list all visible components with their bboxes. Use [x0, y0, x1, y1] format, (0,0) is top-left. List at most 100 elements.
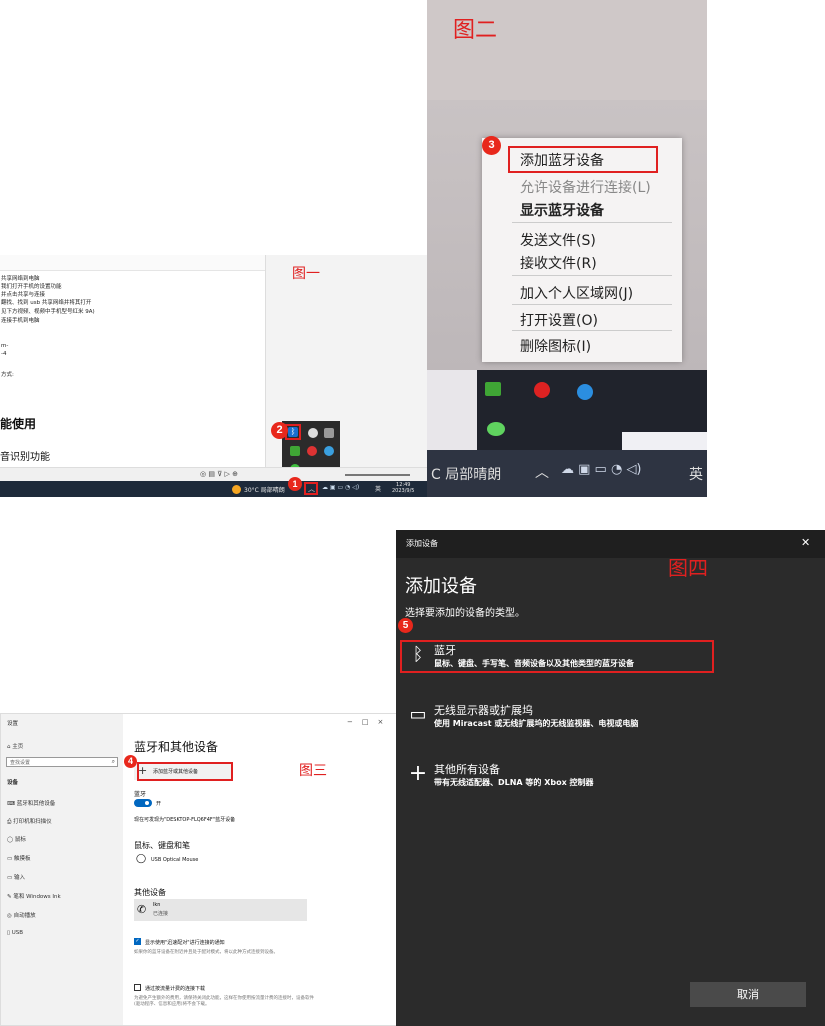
sidebar-item-bluetooth[interactable]: ⌨ 蓝牙和其他设备 [7, 799, 55, 807]
menu-separator [512, 304, 672, 305]
menu-item-join-pan[interactable]: 加入个人区域网(J) [520, 283, 633, 303]
figure-2-photo-bluetooth-menu: 图二 添加蓝牙设备 允许设备进行连接(L) 显示蓝牙设备 发送文件(S) 接收文… [427, 0, 707, 497]
doc-heading: 能使用 [0, 417, 37, 431]
menu-item-send-file[interactable]: 发送文件(S) [520, 230, 596, 250]
nvidia-icon[interactable] [485, 382, 501, 396]
sidebar-item-label: 笔和 Windows Ink [13, 894, 61, 900]
search-input[interactable]: 查找设置 ⌕ [6, 757, 118, 767]
bluetooth-toggle[interactable] [134, 799, 152, 807]
bluetooth-devices-icon: ⌨ [7, 801, 17, 807]
doc-line: 见下方视频、视频中手机型号红米 9A) [1, 309, 95, 315]
view-icons[interactable]: ◎ ▤ ⊽ ▷ ⊕ [200, 470, 238, 478]
mouse-device-name[interactable]: USB Optical Mouse [151, 857, 198, 863]
clock[interactable]: 12:49 2023/9/5 [392, 482, 414, 494]
weather-icon[interactable] [232, 485, 241, 494]
sidebar-section-devices: 设备 [7, 780, 19, 786]
sidebar-item-mouse[interactable]: ◯ 鼠标 [7, 835, 26, 843]
zoom-slider[interactable] [345, 474, 410, 476]
option-wireless-display[interactable]: ▭ 无线显示器或扩展坞 使用 Miracast 或无线扩展坞的无线监视器、电视或… [400, 701, 716, 735]
page-title: 蓝牙和其他设备 [134, 740, 219, 754]
cancel-button[interactable]: 取消 [690, 982, 806, 1007]
figure-3-settings-window: 设置 ⌂ 主页 查找设置 ⌕ 设备 ⌨ 蓝牙和其他设备 ⎙ 打印机和扫描仪 ◯ … [0, 713, 400, 1026]
other-device-tile[interactable]: ✆ lkn 已连接 [134, 899, 307, 921]
other-section-title: 其他设备 [134, 888, 166, 897]
chevron-up-icon[interactable]: ︿ [535, 462, 549, 482]
menu-separator [512, 275, 672, 276]
option-everything-else[interactable]: + 其他所有设备 带有无线适配器、DLNA 等的 Xbox 控制器 [400, 760, 716, 794]
metered-checkbox[interactable] [134, 984, 141, 991]
app-icon[interactable] [534, 382, 550, 398]
sidebar-home-label: 主页 [12, 744, 24, 750]
menu-item-add-bluetooth[interactable]: 添加蓝牙设备 [520, 150, 604, 170]
close-button[interactable]: ✕ [801, 536, 810, 549]
doc-subheading: 音识别功能 [0, 452, 50, 463]
menu-item-show-devices[interactable]: 显示蓝牙设备 [520, 200, 604, 220]
sidebar-item-printers[interactable]: ⎙ 打印机和扫描仪 [7, 817, 52, 826]
sidebar-home[interactable]: ⌂ 主页 [7, 742, 23, 750]
close-button[interactable]: × [378, 718, 393, 726]
option-description: 带有无线适配器、DLNA 等的 Xbox 控制器 [434, 778, 594, 787]
tray-icons[interactable]: ☁ ▣ ▭ ◔ ◁) [561, 462, 642, 477]
doc-line: 我们打开手机的设置功能 [1, 284, 62, 290]
figure-4-add-device-dialog: 添加设备 ✕ 图四 添加设备 选择要添加的设备的类型。 5 ᛒ 蓝牙 鼠标、键盘… [396, 530, 825, 1026]
doc-line: 并点击共享与连接 [1, 292, 46, 298]
app-icon[interactable] [307, 446, 317, 456]
window-controls[interactable]: −□× [347, 718, 392, 726]
option-description: 鼠标、键盘、手写笔、音频设备以及其他类型的蓝牙设备 [434, 659, 634, 668]
discoverable-text: 现在可发现为"DESKTOP-FLQ6F4F"蓝牙设备 [134, 817, 236, 823]
figure-label: 图一 [292, 266, 320, 282]
mouse-icon: ◯ [7, 837, 15, 843]
menu-separator [512, 222, 672, 223]
swift-pair-checkbox[interactable]: ✓ [134, 938, 141, 945]
tray-icons[interactable]: ☁ ▣ ▭ ◔ ◁) [322, 484, 359, 491]
document-toolbar [0, 255, 265, 271]
metered-label: 通过按流量计费的连接下载 [145, 986, 206, 992]
status-bar: ◎ ▤ ⊽ ▷ ⊕ [0, 467, 427, 481]
sidebar-item-label: USB [11, 930, 24, 936]
maximize-button[interactable]: □ [362, 718, 378, 726]
app-icon[interactable] [308, 428, 318, 438]
chevron-up-icon[interactable]: ︿ [308, 484, 315, 494]
ime-indicator[interactable]: 英 [375, 484, 381, 493]
plus-icon: + [408, 761, 428, 786]
option-title: 蓝牙 [434, 644, 456, 657]
touchpad-icon: ▭ [7, 856, 14, 862]
metered-description: 为避免产生额外的费用，请保持关闭此功能，这样在你使用按流量计费的连接时，设备软件… [134, 996, 314, 1007]
menu-item-open-settings[interactable]: 打开设置(O) [520, 310, 598, 330]
menu-item-receive-file[interactable]: 接收文件(R) [520, 253, 597, 273]
bluetooth-label: 蓝牙 [134, 791, 147, 798]
sidebar-item-label: 输入 [13, 875, 25, 881]
option-description: 使用 Miracast 或无线扩展坞的无线监视器、电视或电脑 [434, 719, 639, 728]
nvidia-icon[interactable] [290, 446, 300, 456]
menu-item-remove-icon[interactable]: 删除图标(I) [520, 336, 591, 356]
sidebar-item-autoplay[interactable]: ◎ 自动播放 [7, 911, 36, 919]
sidebar-item-pen[interactable]: ✎ 笔和 Windows Ink [7, 892, 61, 900]
search-placeholder: 查找设置 [10, 760, 31, 766]
step-badge: 5 [398, 618, 413, 633]
menu-item-allow-connect[interactable]: 允许设备进行连接(L) [520, 177, 651, 197]
weather-text[interactable]: 30°C 局部晴朗 [244, 485, 285, 494]
mouse-device-icon: ◯ [136, 854, 147, 864]
panel-strip [622, 432, 707, 450]
ime-indicator[interactable]: 英 [689, 464, 703, 484]
bluetooth-icon: ᛒ [412, 644, 424, 665]
sidebar-item-usb[interactable]: ▯ USB [7, 930, 23, 936]
sidebar-item-touchpad[interactable]: ▭ 触摸板 [7, 854, 30, 862]
settings-sidebar: 设置 ⌂ 主页 查找设置 ⌕ 设备 ⌨ 蓝牙和其他设备 ⎙ 打印机和扫描仪 ◯ … [1, 714, 123, 1025]
doc-line: 共享网络到电脑 [1, 276, 40, 282]
wechat-icon[interactable] [487, 422, 505, 436]
figure-label: 图四 [668, 556, 708, 580]
figure-1-word-window: 共享网络到电脑 我们打开手机的设置功能 并点击共享与连接 翻找、找到 usb 共… [0, 255, 427, 497]
weather-text[interactable]: C 局部晴朗 [431, 464, 501, 484]
dialog-subheading: 选择要添加的设备的类型。 [405, 608, 525, 619]
option-title: 其他所有设备 [434, 763, 500, 776]
swift-pair-description: 如果你的蓝牙设备在附近并且处于配对模式，将以此种方式连接到设备。 [134, 950, 278, 955]
minimize-button[interactable]: − [347, 718, 362, 726]
sidebar-item-typing[interactable]: ▭ 输入 [7, 873, 25, 881]
step-badge: 2 [271, 422, 288, 439]
folder-icon[interactable] [324, 428, 334, 438]
edge-icon[interactable] [577, 384, 593, 400]
option-bluetooth[interactable]: ᛒ 蓝牙 鼠标、键盘、手写笔、音频设备以及其他类型的蓝牙设备 [400, 641, 716, 675]
edge-icon[interactable] [324, 446, 334, 456]
swift-pair-label: 显示使用"迅速配对"进行连接的通知 [145, 940, 225, 946]
